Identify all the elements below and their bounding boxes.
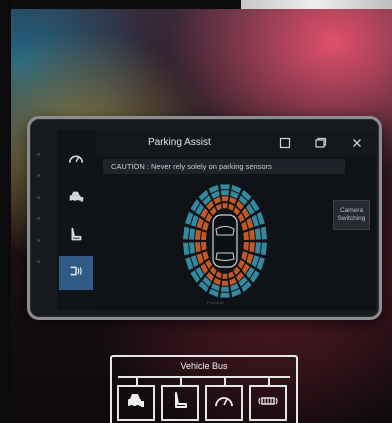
sensor-segment	[243, 231, 249, 240]
bus-module-sensors[interactable]	[249, 385, 287, 421]
background-frame-top-right	[241, 0, 392, 9]
sensor-segment	[189, 228, 195, 240]
sensor-segment	[183, 226, 190, 240]
sensor-segment	[183, 242, 190, 256]
bus-stub	[180, 376, 182, 385]
close-icon[interactable]	[350, 136, 364, 150]
sensor-segment	[228, 271, 235, 279]
parking-sensor-icon	[67, 262, 85, 285]
car-front-icon	[125, 390, 147, 417]
speedometer-icon	[67, 150, 85, 173]
vehicle-bus-panel: Vehicle Bus	[110, 355, 298, 423]
seat-icon	[169, 390, 191, 417]
sidebar-item-parking[interactable]	[59, 256, 93, 290]
sensor-segment	[220, 292, 230, 298]
sensor-segment	[220, 286, 230, 292]
sidebar	[57, 130, 95, 310]
sidebar-item-vehicle[interactable]	[59, 182, 93, 216]
seat-icon	[67, 226, 85, 249]
sensor-segment	[195, 229, 201, 240]
sensor-segment	[202, 221, 209, 231]
sensor-segment	[215, 271, 222, 279]
sensor-segment	[228, 203, 235, 211]
sensor-segment	[201, 231, 207, 240]
sensor-segment	[222, 273, 228, 279]
sensor-segment	[241, 221, 248, 231]
head-unit-tablet: Parking Assist CAUTION : Never rely sole…	[27, 116, 382, 320]
sensor-segment	[215, 203, 222, 211]
sidebar-item-gauges[interactable]	[59, 144, 93, 178]
page-title: Parking Assist	[148, 137, 211, 148]
background-frame-left	[0, 0, 11, 423]
window-icon[interactable]	[278, 136, 292, 150]
restore-icon[interactable]	[313, 136, 327, 150]
caution-banner: CAUTION : Never rely solely on parking s…	[103, 159, 345, 174]
bus-stub	[268, 376, 270, 385]
background-frame-top	[11, 0, 241, 9]
sensor-segment	[255, 228, 261, 240]
bus-line	[118, 376, 290, 378]
camera-switching-button[interactable]: Camera Switching	[333, 200, 370, 230]
sensor-segment	[260, 226, 267, 240]
tablet-bezel-dots	[37, 153, 40, 263]
sensor-segment	[189, 242, 195, 254]
sensor-segment	[202, 251, 209, 261]
bus-module-seat[interactable]	[161, 385, 199, 421]
app-header: Parking Assist	[95, 130, 376, 157]
camera-switching-label-2: Switching	[337, 215, 366, 222]
sensor-segment	[195, 242, 201, 253]
bus-stub	[224, 376, 226, 385]
sensor-segment	[221, 196, 229, 202]
sensor-segment	[260, 242, 267, 256]
brand-logo: Pioneer	[207, 300, 225, 305]
bus-stub	[136, 376, 138, 385]
camera-switching-label-1: Camera	[339, 207, 364, 214]
sensor-segment	[241, 251, 248, 261]
vehicle-bus-title: Vehicle Bus	[180, 361, 228, 371]
sensor-segment	[249, 242, 255, 253]
sensor-segment	[255, 242, 261, 254]
sensor-bar-icon	[257, 390, 279, 417]
sensor-segment	[220, 190, 230, 196]
bus-module-gauges[interactable]	[205, 385, 243, 421]
sensor-segment	[222, 203, 228, 209]
sensor-zones-graphic	[183, 184, 267, 298]
sensor-segment	[220, 184, 230, 190]
sensor-segment	[221, 280, 229, 286]
speedometer-icon	[213, 390, 235, 417]
screen: Parking Assist CAUTION : Never rely sole…	[57, 130, 376, 310]
sidebar-item-seat[interactable]	[59, 220, 93, 254]
car-front-icon	[67, 188, 85, 211]
parking-sensor-visualization	[175, 182, 275, 300]
sensor-segment	[201, 242, 207, 251]
sensor-segment	[243, 242, 249, 251]
sensor-segment	[249, 229, 255, 240]
bus-module-vehicle[interactable]	[117, 385, 155, 421]
